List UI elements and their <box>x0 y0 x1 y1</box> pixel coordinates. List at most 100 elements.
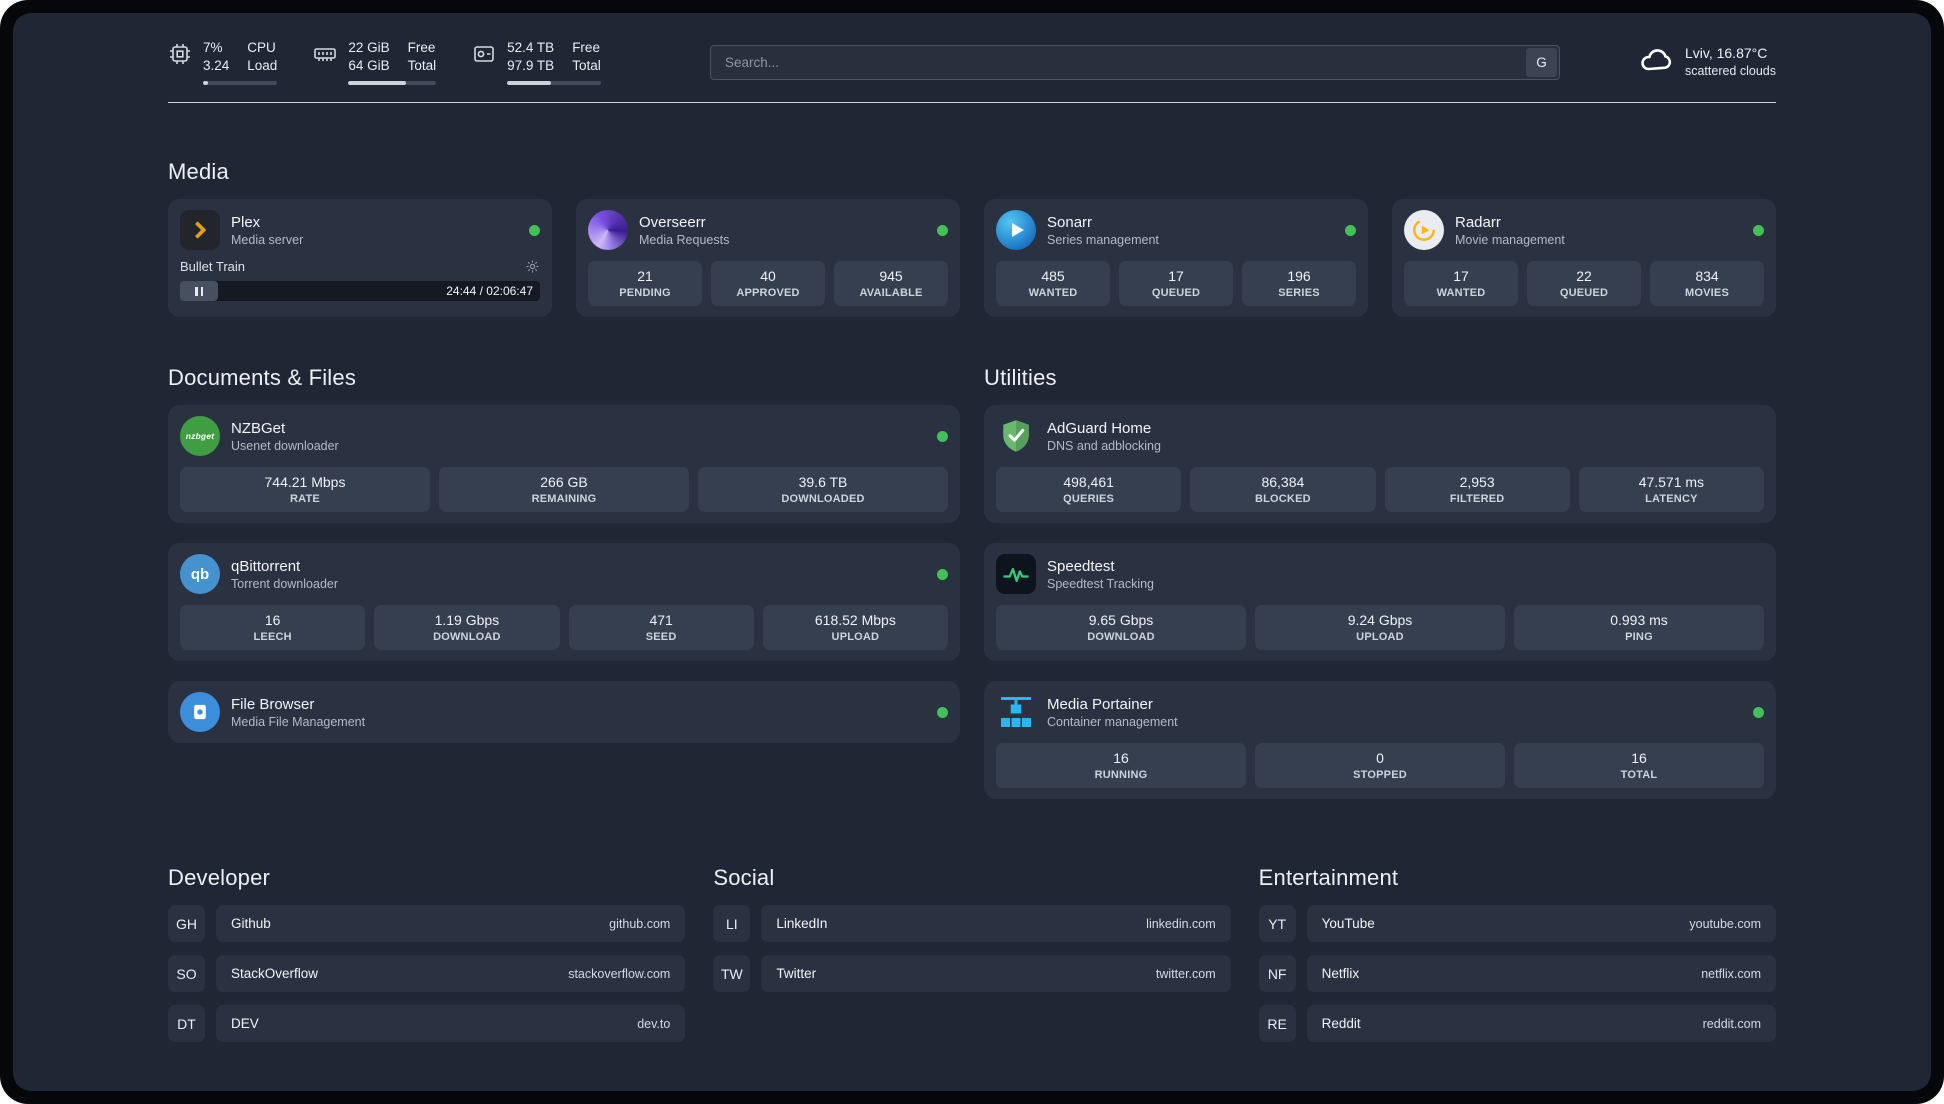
bookmark-youtube: YT YouTube youtube.com <box>1258 905 1776 943</box>
stats-row: 744.21 Mbps RATE 266 GB REMAINING 39.6 T… <box>180 467 948 513</box>
bookmark-abbr[interactable]: TW <box>713 955 751 993</box>
bookmark-link[interactable]: Reddit reddit.com <box>1306 1005 1776 1043</box>
stat-value: 498,461 <box>1063 474 1114 491</box>
stat-tile: 744.21 Mbps RATE <box>180 467 430 513</box>
status-indicator <box>529 224 540 236</box>
bookmark-abbr[interactable]: RE <box>1258 1005 1296 1043</box>
status-indicator <box>1345 224 1356 236</box>
app-card-sonarr[interactable]: Sonarr Series management 485 WANTED 17 Q… <box>984 199 1368 318</box>
app-name: Sonarr <box>1047 213 1093 231</box>
bookmark-abbr[interactable]: DT <box>168 1005 205 1043</box>
app-name: Radarr <box>1455 213 1501 231</box>
cpu-widget: 7% 3.24 CPU Load <box>168 39 278 86</box>
app-subtitle: Movie management <box>1455 233 1565 248</box>
app-subtitle: Media server <box>231 233 304 248</box>
stat-label: UPLOAD <box>1356 631 1404 644</box>
radarr-icon <box>1404 210 1444 251</box>
section-entertainment: Entertainment YT YouTube youtube.com NF … <box>1258 865 1776 1043</box>
bookmark-link[interactable]: YouTube youtube.com <box>1306 905 1776 943</box>
bookmark-link[interactable]: Github github.com <box>216 905 686 943</box>
stat-tile: 471 SEED <box>568 605 754 651</box>
stat-label: WANTED <box>1028 287 1078 300</box>
qbittorrent-icon: qb <box>180 554 220 595</box>
app-name: NZBGet <box>231 419 286 437</box>
app-card-overseerr[interactable]: Overseerr Media Requests 21 PENDING 40 A… <box>576 199 960 318</box>
app-window: 7% 3.24 CPU Load 22 GiB 64 GiB Free Tota… <box>0 0 1944 1104</box>
cpu-label: CPU <box>247 40 276 55</box>
app-name: qBittorrent <box>231 557 301 575</box>
app-name: Media Portainer <box>1047 695 1153 713</box>
app-subtitle: Series management <box>1047 233 1159 248</box>
disk-progress-bar <box>507 81 601 86</box>
plex-icon <box>180 210 220 251</box>
pause-button[interactable] <box>180 281 218 302</box>
app-card-adguard[interactable]: AdGuard Home DNS and adblocking 498,461 … <box>984 405 1776 524</box>
stat-tile: 86,384 BLOCKED <box>1190 467 1376 513</box>
stat-value: 834 <box>1695 268 1719 285</box>
bookmark-link[interactable]: DEV dev.to <box>216 1005 686 1043</box>
cloud-icon <box>1638 42 1674 83</box>
app-card-filebrowser[interactable]: File Browser Media File Management <box>168 681 960 744</box>
bookmark-abbr[interactable]: GH <box>168 905 205 943</box>
app-card-nzbget[interactable]: nzbget NZBGet Usenet downloader 744.21 M… <box>168 405 960 524</box>
bookmark-abbr[interactable]: NF <box>1258 955 1296 993</box>
stat-label: FILTERED <box>1449 493 1505 506</box>
bookmark-abbr[interactable]: SO <box>168 955 205 993</box>
stat-label: WANTED <box>1436 287 1486 300</box>
section-documents: Documents & Files nzbget NZBGet Usenet d… <box>168 365 960 744</box>
app-name: Overseerr <box>639 213 706 231</box>
top-bar: 7% 3.24 CPU Load 22 GiB 64 GiB Free Tota… <box>168 39 1776 86</box>
weather-widget: Lviv, 16.87°C scattered clouds <box>1638 42 1776 83</box>
search-bar: G <box>709 44 1560 80</box>
ram-total-label: Total <box>407 58 437 74</box>
stat-value: 16 <box>1113 750 1129 767</box>
bookmark-link[interactable]: StackOverflow stackoverflow.com <box>216 955 686 993</box>
stat-tile: 17 QUEUED <box>1119 261 1233 307</box>
stat-value: 17 <box>1168 268 1184 285</box>
app-card-plex[interactable]: Plex Media server Bullet Train 24:44 / 0… <box>168 199 552 318</box>
stat-label: RUNNING <box>1094 769 1148 782</box>
overseerr-icon <box>588 210 628 251</box>
app-subtitle: Media Requests <box>639 233 730 248</box>
bookmark-link[interactable]: LinkedIn linkedin.com <box>761 905 1231 943</box>
stats-row: 485 WANTED 17 QUEUED 196 SERIES <box>996 261 1356 307</box>
app-card-radarr[interactable]: Radarr Movie management 17 WANTED 22 QUE… <box>1392 199 1776 318</box>
app-subtitle: Speedtest Tracking <box>1047 577 1155 592</box>
stat-label: DOWNLOAD <box>433 631 501 644</box>
stat-value: 945 <box>879 268 903 285</box>
app-card-portainer[interactable]: Media Portainer Container management 16 … <box>984 681 1776 800</box>
stat-tile: 9.24 Gbps UPLOAD <box>1255 605 1505 651</box>
stat-tile: 17 WANTED <box>1404 261 1518 307</box>
stat-value: 16 <box>1631 750 1647 767</box>
search-engine-button[interactable]: G <box>1525 47 1557 77</box>
bookmark-link[interactable]: Twitter twitter.com <box>761 955 1231 993</box>
bookmark-github: GH Github github.com <box>168 905 686 943</box>
stat-value: 21 <box>637 268 653 285</box>
stat-tile: 21 PENDING <box>588 261 702 307</box>
portainer-icon <box>996 692 1036 732</box>
cpu-icon <box>168 42 192 71</box>
stat-label: RATE <box>290 493 320 506</box>
bookmark-reddit: RE Reddit reddit.com <box>1258 1005 1776 1043</box>
stat-label: MOVIES <box>1685 287 1729 300</box>
stat-label: REMAINING <box>531 493 597 506</box>
stat-tile: 485 WANTED <box>996 261 1110 307</box>
stats-row: 16 LEECH 1.19 Gbps DOWNLOAD 471 SEED 618… <box>180 605 948 651</box>
stat-label: TOTAL <box>1620 769 1658 782</box>
app-subtitle: Torrent downloader <box>231 577 339 592</box>
bookmark-abbr[interactable]: YT <box>1258 905 1296 943</box>
bookmark-abbr[interactable]: LI <box>713 905 751 943</box>
stat-tile: 16 RUNNING <box>996 743 1246 789</box>
stat-value: 22 <box>1576 268 1592 285</box>
app-card-speedtest[interactable]: Speedtest Speedtest Tracking 9.65 Gbps D… <box>984 543 1776 662</box>
bookmark-link[interactable]: Netflix netflix.com <box>1306 955 1776 993</box>
stat-value: 744.21 Mbps <box>264 474 346 491</box>
stat-tile: 0.993 ms PING <box>1514 605 1764 651</box>
ram-icon <box>313 42 337 71</box>
disk-widget: 52.4 TB 97.9 TB Free Total <box>472 39 601 86</box>
search-input[interactable] <box>712 54 1526 70</box>
gear-icon[interactable] <box>525 259 540 274</box>
app-subtitle: Usenet downloader <box>231 439 339 454</box>
app-card-qbittorrent[interactable]: qb qBittorrent Torrent downloader 16 LEE… <box>168 543 960 662</box>
stat-tile: 196 SERIES <box>1242 261 1356 307</box>
